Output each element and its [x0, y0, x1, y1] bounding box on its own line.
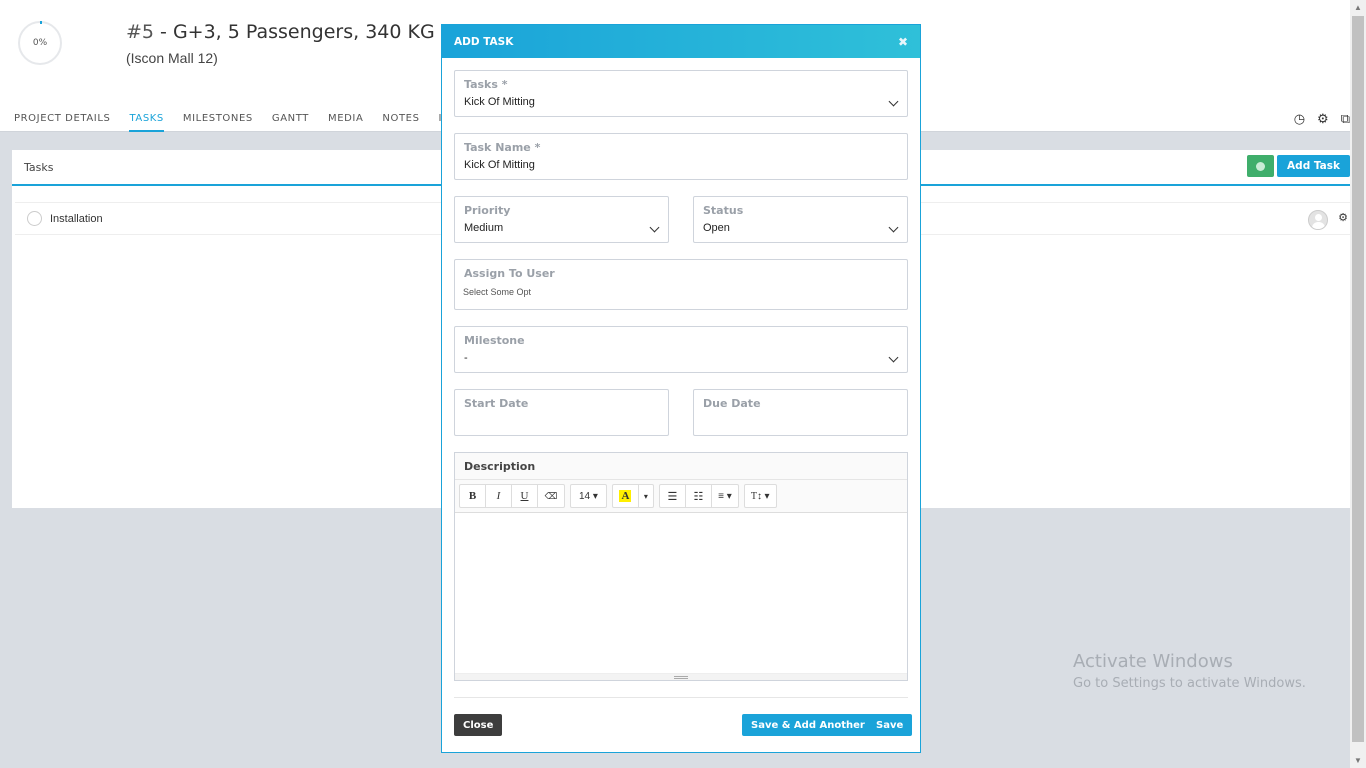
- font-size-group: 14 ▾: [570, 484, 607, 508]
- start-date-label: Start Date: [464, 397, 529, 410]
- tab-gantt[interactable]: GANTT: [272, 113, 309, 132]
- progress-label: 0%: [32, 38, 48, 48]
- tab-project-details[interactable]: PROJECT DETAILS: [14, 113, 110, 132]
- chevron-down-icon: [888, 352, 899, 363]
- assign-user-label: Assign To User: [464, 267, 555, 280]
- tasks-value: Kick Of Mitting: [464, 96, 535, 108]
- priority-label: Priority: [464, 204, 511, 217]
- tasks-label: Tasks *: [464, 78, 508, 91]
- header-actions: ◷ ⚙ ⧉: [1294, 111, 1350, 127]
- priority-value: Medium: [464, 222, 504, 234]
- highlight-color-icon: A: [619, 490, 632, 502]
- milestone-value: -: [464, 352, 468, 364]
- color-dropdown-caret[interactable]: ▾: [639, 485, 653, 507]
- footer-divider: [454, 697, 908, 698]
- status-label: Status: [703, 204, 744, 217]
- description-label: Description: [455, 453, 907, 480]
- start-date-field[interactable]: Start Date: [454, 389, 669, 436]
- milestone-label: Milestone: [464, 334, 525, 347]
- chevron-down-icon: [888, 96, 899, 107]
- complete-tasks-button[interactable]: [1247, 155, 1275, 177]
- underline-button[interactable]: U: [512, 485, 538, 507]
- watermark-subtitle: Go to Settings to activate Windows.: [1073, 676, 1306, 691]
- tab-notes[interactable]: NOTES: [382, 113, 419, 132]
- project-number: #5: [126, 21, 155, 43]
- paragraph-group: ☰ ☷ ≡ ▾: [658, 484, 739, 508]
- assign-user-field[interactable]: Assign To User Select Some Opt: [454, 259, 908, 310]
- status-select[interactable]: Status Open: [693, 196, 908, 243]
- gear-icon[interactable]: ⚙: [1317, 111, 1329, 127]
- add-task-button[interactable]: Add Task: [1277, 155, 1350, 177]
- watermark-title: Activate Windows: [1073, 651, 1233, 672]
- task-name-value: Kick Of Mitting: [464, 159, 535, 171]
- close-button[interactable]: Close: [454, 714, 503, 736]
- clock-icon[interactable]: ◷: [1294, 111, 1305, 127]
- align-dropdown[interactable]: ≡ ▾: [712, 485, 738, 507]
- ordered-list-icon[interactable]: ☷: [686, 485, 712, 507]
- task-name-field[interactable]: Task Name * Kick Of Mitting: [454, 133, 908, 180]
- save-and-add-another-button[interactable]: Save & Add Another: [742, 714, 874, 736]
- text-color-button[interactable]: A: [613, 485, 639, 507]
- task-gear-icon[interactable]: ⚙: [1338, 211, 1348, 224]
- resize-grip-icon: [674, 675, 688, 679]
- status-value: Open: [703, 222, 730, 234]
- assign-user-placeholder: Select Some Opt: [463, 287, 532, 297]
- project-subtitle: (Iscon Mall 12): [126, 50, 218, 66]
- tab-media[interactable]: MEDIA: [328, 113, 363, 132]
- windows-activation-watermark: Activate Windows Go to Settings to activ…: [1073, 651, 1306, 691]
- page-scrollbar[interactable]: ▲ ▼: [1350, 0, 1366, 768]
- due-date-label: Due Date: [703, 397, 761, 410]
- chevron-down-icon: [888, 222, 899, 233]
- description-editor: Description B I U ⌫ 14 ▾ A ▾ ☰ ☷ ≡ ▾ T↕ …: [454, 452, 908, 681]
- project-tabs: PROJECT DETAILS TASKS MILESTONES GANTT M…: [14, 113, 484, 132]
- bold-button[interactable]: B: [460, 485, 486, 507]
- format-group: B I U ⌫: [459, 484, 565, 508]
- description-textarea[interactable]: [455, 513, 907, 673]
- copy-icon[interactable]: ⧉: [1341, 111, 1350, 127]
- modal-title: ADD TASK: [454, 35, 514, 48]
- eraser-icon[interactable]: ⌫: [538, 485, 564, 507]
- modal-header: ADD TASK ✖: [442, 25, 920, 58]
- editor-toolbar: B I U ⌫ 14 ▾ A ▾ ☰ ☷ ≡ ▾ T↕ ▾: [455, 480, 907, 513]
- task-name[interactable]: Installation: [50, 213, 103, 225]
- line-height-dropdown[interactable]: T↕ ▾: [745, 485, 776, 507]
- font-size-dropdown[interactable]: 14 ▾: [571, 485, 606, 507]
- progress-indicator: 0%: [18, 21, 62, 65]
- project-title-text: - G+3, 5 Passengers, 340 KG Loa: [154, 21, 475, 43]
- due-date-field[interactable]: Due Date: [693, 389, 908, 436]
- tasks-panel-actions: Add Task: [1247, 155, 1350, 177]
- color-group: A ▾: [611, 484, 654, 508]
- line-height-group: T↕ ▾: [743, 484, 777, 508]
- priority-select[interactable]: Priority Medium: [454, 196, 669, 243]
- tasks-select[interactable]: Tasks * Kick Of Mitting: [454, 70, 908, 117]
- tab-milestones[interactable]: MILESTONES: [183, 113, 253, 132]
- scroll-down-icon[interactable]: ▼: [1354, 756, 1362, 765]
- unordered-list-icon[interactable]: ☰: [660, 485, 686, 507]
- avatar: [1308, 210, 1328, 230]
- scroll-up-icon[interactable]: ▲: [1354, 3, 1362, 12]
- project-title: #5 - G+3, 5 Passengers, 340 KG Loa: [126, 21, 474, 43]
- tab-tasks[interactable]: TASKS: [129, 113, 164, 132]
- check-circle-icon: [1256, 161, 1266, 171]
- scrollbar-thumb[interactable]: [1352, 16, 1364, 742]
- editor-resize-handle[interactable]: [455, 673, 907, 680]
- task-complete-checkbox[interactable]: [27, 211, 42, 226]
- add-task-modal: ADD TASK ✖ Tasks * Kick Of Mitting Task …: [441, 24, 921, 753]
- chevron-down-icon: [649, 222, 660, 233]
- italic-button[interactable]: I: [486, 485, 512, 507]
- close-icon[interactable]: ✖: [898, 35, 908, 49]
- progress-tick: [40, 21, 42, 24]
- save-button[interactable]: Save: [867, 714, 913, 736]
- milestone-select[interactable]: Milestone -: [454, 326, 908, 373]
- task-name-label: Task Name *: [464, 141, 541, 154]
